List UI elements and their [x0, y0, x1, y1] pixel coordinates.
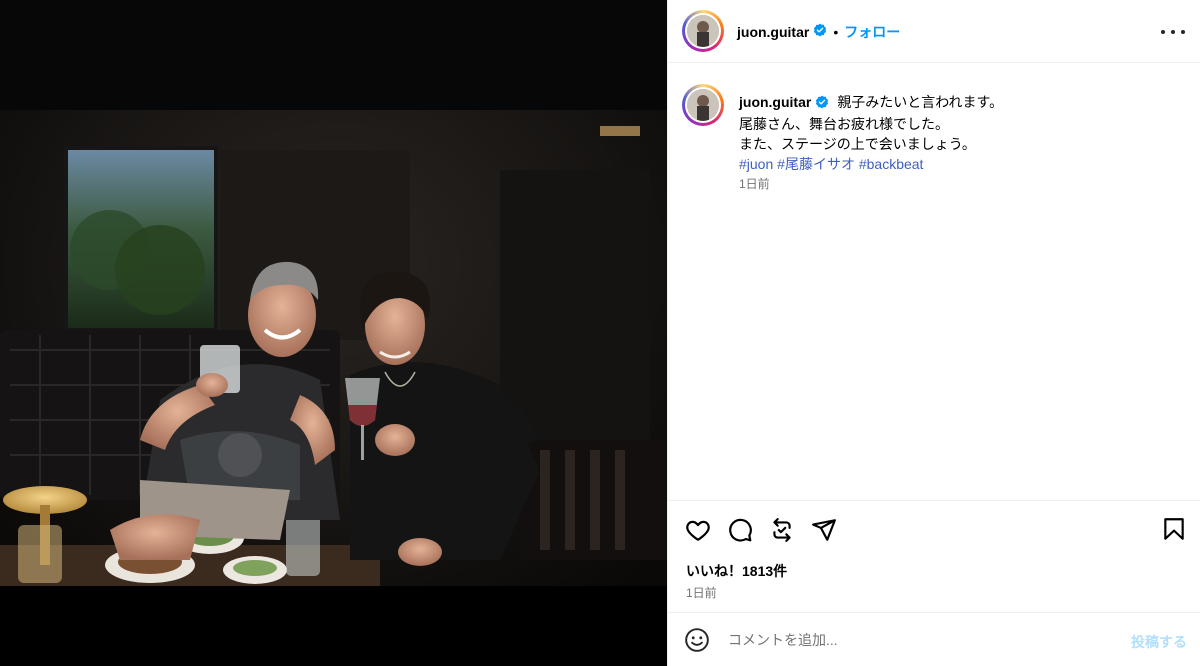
- verified-badge-icon: [815, 94, 829, 114]
- comment-icon[interactable]: [726, 516, 754, 544]
- action-icons: [684, 516, 852, 544]
- actions-section: いいね！1813件 1日前: [668, 500, 1200, 612]
- header-user: juon.guitar • フォロー: [737, 22, 900, 42]
- separator-dot: •: [833, 24, 839, 40]
- follow-button[interactable]: フォロー: [844, 22, 900, 42]
- like-count[interactable]: いいね！1813件: [686, 561, 787, 581]
- caption-line-2: 尾藤さん、舞台お疲れ様でした。: [739, 116, 949, 132]
- username-link[interactable]: juon.guitar: [737, 24, 809, 40]
- comment-bar: 投稿する: [668, 612, 1200, 666]
- post-comment-button[interactable]: 投稿する: [1131, 632, 1187, 652]
- avatar[interactable]: [682, 10, 724, 52]
- share-icon[interactable]: [810, 516, 838, 544]
- emoji-icon[interactable]: [684, 627, 710, 653]
- hashtag-link[interactable]: #backbeat: [859, 156, 924, 172]
- caption-timestamp[interactable]: 1日前: [739, 175, 770, 192]
- post-header: juon.guitar • フォロー: [668, 0, 1200, 63]
- caption-line-3: また、ステージの上で会いましょう。: [739, 136, 976, 152]
- post-media[interactable]: [0, 0, 667, 666]
- caption-text: juon.guitar 親子みたいと言われます。 尾藤さん、舞台お疲れ様でした。…: [739, 92, 1179, 174]
- repost-icon[interactable]: [768, 516, 796, 544]
- hashtag-link[interactable]: #juon: [739, 156, 773, 172]
- more-options-icon[interactable]: [1161, 22, 1185, 42]
- bookmark-icon[interactable]: [1161, 516, 1189, 544]
- media-letterbox: [0, 586, 667, 666]
- post-panel: juon.guitar • フォロー juon.guitar 親子みたいと言われ…: [667, 0, 1200, 666]
- post-photo: [0, 0, 667, 586]
- verified-badge-icon: [813, 23, 827, 42]
- hashtag-link[interactable]: #尾藤イサオ: [777, 156, 855, 172]
- comment-input[interactable]: [728, 630, 1108, 650]
- caption-username[interactable]: juon.guitar: [739, 94, 811, 110]
- caption-avatar[interactable]: [682, 84, 724, 126]
- heart-icon[interactable]: [684, 516, 712, 544]
- caption-line-1: 親子みたいと言われます。: [837, 94, 1004, 110]
- post-timestamp[interactable]: 1日前: [686, 584, 717, 601]
